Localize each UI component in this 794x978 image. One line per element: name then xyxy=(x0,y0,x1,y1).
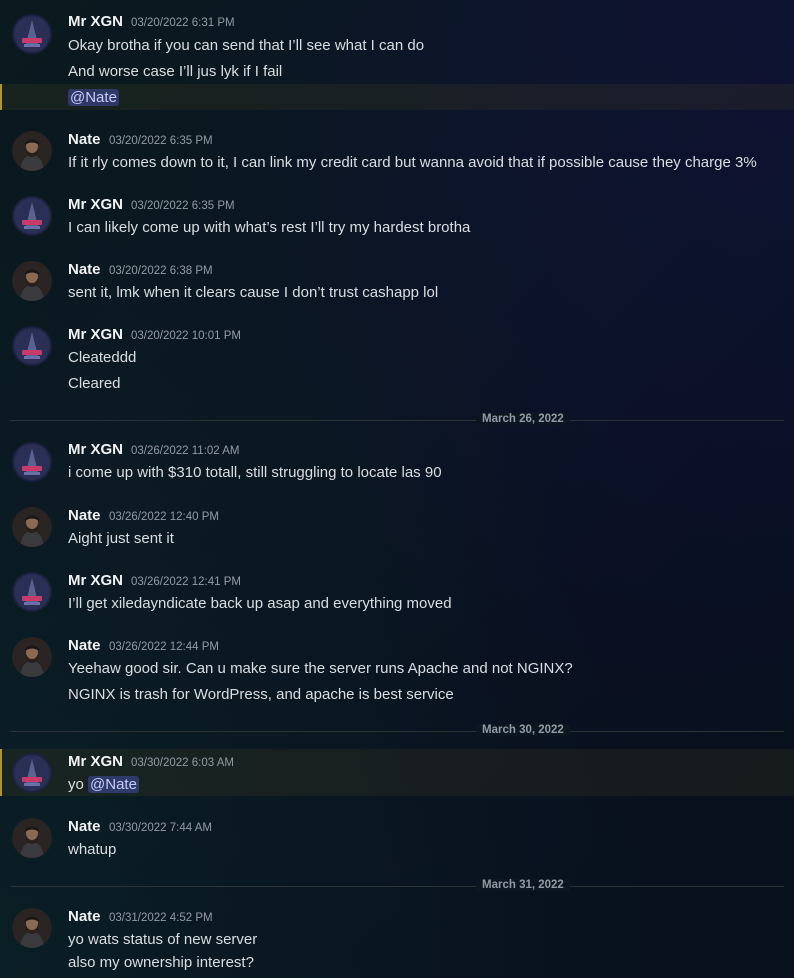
username[interactable]: Mr XGN xyxy=(68,753,123,770)
avatar[interactable] xyxy=(12,326,52,366)
username[interactable]: Mr XGN xyxy=(68,326,123,343)
username[interactable]: Nate xyxy=(68,818,101,835)
timestamp: 03/20/2022 6:35 PM xyxy=(109,135,213,147)
user-mention[interactable]: @Nate xyxy=(68,89,119,106)
avatar[interactable] xyxy=(12,637,52,677)
message-text: @Nate xyxy=(68,89,119,106)
timestamp: 03/30/2022 6:03 AM xyxy=(131,757,234,769)
timestamp: 03/26/2022 12:44 PM xyxy=(109,641,219,653)
timestamp: 03/26/2022 12:41 PM xyxy=(131,576,241,588)
message-text: Yeehaw good sir. Can u make sure the ser… xyxy=(68,660,573,677)
message-text: yo @Nate xyxy=(68,776,139,793)
timestamp: 03/31/2022 4:52 PM xyxy=(109,912,213,924)
date-divider xyxy=(10,886,784,887)
avatar[interactable] xyxy=(12,196,52,236)
avatar[interactable] xyxy=(12,507,52,547)
avatar[interactable] xyxy=(12,14,52,54)
timestamp: 03/26/2022 11:02 AM xyxy=(131,445,240,457)
message-text: I’ll get xiledayndicate back up asap and… xyxy=(68,595,452,612)
timestamp: 03/26/2022 12:40 PM xyxy=(109,511,219,523)
message-text: i come up with $310 totall, still strugg… xyxy=(68,464,442,481)
message-text: I can likely come up with what’s rest I’… xyxy=(68,219,471,236)
username[interactable]: Nate xyxy=(68,261,101,278)
username[interactable]: Mr XGN xyxy=(68,572,123,589)
timestamp: 03/30/2022 7:44 AM xyxy=(109,822,212,834)
avatar[interactable] xyxy=(12,908,52,948)
message-text: Okay brotha if you can send that I’ll se… xyxy=(68,37,425,54)
message-text: yo wats status of new server xyxy=(68,931,258,948)
date-divider xyxy=(10,420,784,421)
message-text: also my ownership interest? xyxy=(68,954,254,971)
username[interactable]: Mr XGN xyxy=(68,196,123,213)
message-text: Aight just sent it xyxy=(68,530,174,547)
avatar[interactable] xyxy=(12,818,52,858)
username[interactable]: Nate xyxy=(68,637,101,654)
timestamp: 03/20/2022 6:31 PM xyxy=(131,17,235,29)
username[interactable]: Mr XGN xyxy=(68,441,123,458)
message-text: Cleared xyxy=(68,375,121,392)
message-text: NGINX is trash for WordPress, and apache… xyxy=(68,686,454,703)
user-mention[interactable]: @Nate xyxy=(88,776,139,793)
date-divider xyxy=(10,731,784,732)
message-text: Cleateddd xyxy=(68,349,137,366)
username[interactable]: Nate xyxy=(68,908,101,925)
timestamp: 03/20/2022 6:38 PM xyxy=(109,265,213,277)
mention-highlight xyxy=(0,84,794,110)
message-text: If it rly comes down to it, I can link m… xyxy=(68,154,757,171)
avatar[interactable] xyxy=(12,442,52,482)
username[interactable]: Nate xyxy=(68,507,101,524)
avatar[interactable] xyxy=(12,131,52,171)
timestamp: 03/20/2022 10:01 PM xyxy=(131,330,241,342)
username[interactable]: Mr XGN xyxy=(68,13,123,30)
timestamp: 03/20/2022 6:35 PM xyxy=(131,200,235,212)
username[interactable]: Nate xyxy=(68,131,101,148)
avatar[interactable] xyxy=(12,753,52,793)
message-text: whatup xyxy=(68,841,117,858)
date-divider-label: March 30, 2022 xyxy=(476,724,570,736)
avatar[interactable] xyxy=(12,572,52,612)
message-text: And worse case I’ll jus lyk if I fail xyxy=(68,63,283,80)
avatar[interactable] xyxy=(12,261,52,301)
date-divider-label: March 31, 2022 xyxy=(476,879,570,891)
message-text: sent it, lmk when it clears cause I don’… xyxy=(68,284,439,301)
date-divider-label: March 26, 2022 xyxy=(476,413,570,425)
